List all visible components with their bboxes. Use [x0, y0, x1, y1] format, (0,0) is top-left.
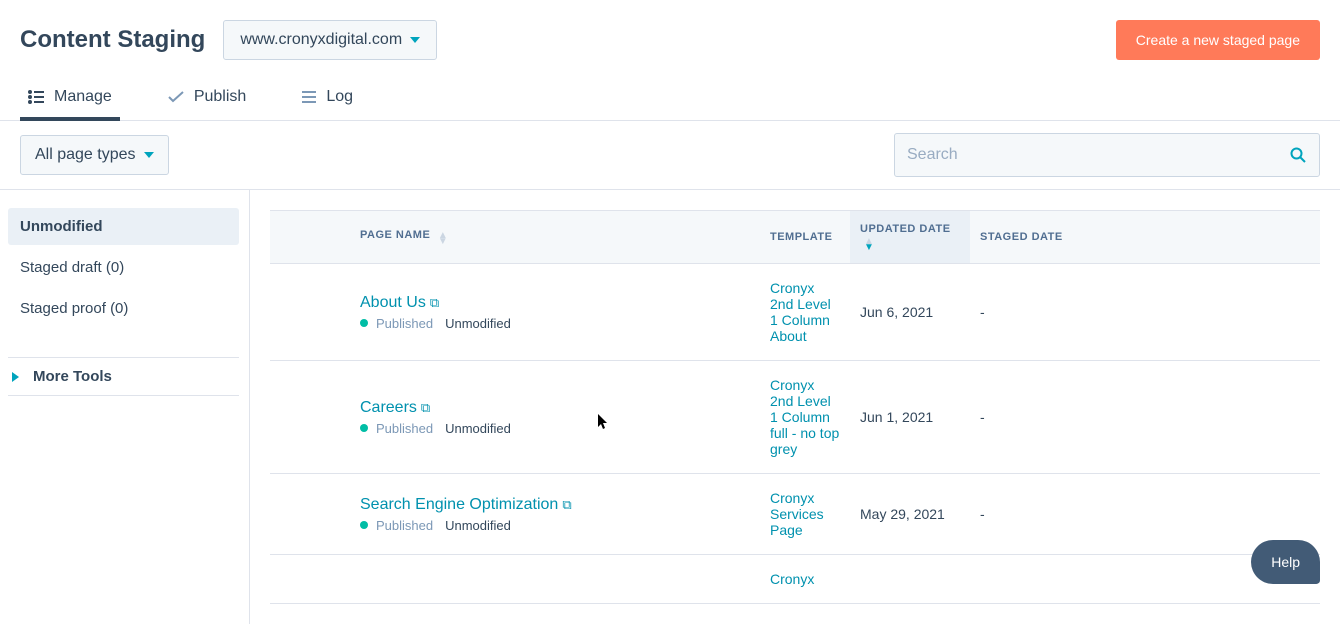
external-link-icon: ⧉: [430, 295, 439, 310]
search-icon[interactable]: [1290, 147, 1306, 163]
tab-log[interactable]: Log: [294, 78, 361, 120]
sidebar-more-tools[interactable]: More Tools: [8, 357, 239, 396]
external-link-icon: ⧉: [562, 497, 571, 512]
staged-date: -: [970, 264, 1320, 361]
updated-date: May 29, 2021: [850, 474, 970, 555]
updated-date: Jun 6, 2021: [850, 264, 970, 361]
chevron-right-icon: [12, 372, 19, 382]
tab-manage[interactable]: Manage: [20, 78, 120, 120]
create-staged-page-button[interactable]: Create a new staged page: [1116, 20, 1320, 60]
column-checkbox: [270, 211, 350, 264]
template-link[interactable]: Cronyx 2nd Lev­el 1 Col­umn About: [770, 280, 840, 344]
sidebar-item-staged-draft[interactable]: Staged draft (0): [8, 249, 239, 286]
page-type-label: All page types: [35, 146, 136, 164]
page-link[interactable]: Search Engine Optimization⧉: [360, 496, 572, 513]
template-link[interactable]: Cronyx Services Page: [770, 490, 840, 538]
tab-manage-label: Manage: [54, 88, 112, 106]
sort-icon: ▲▼: [438, 233, 448, 245]
template-link[interactable]: Cronyx 2nd Lev­el 1 Col­umn full - no to…: [770, 377, 840, 457]
check-icon: [168, 91, 184, 103]
status-dot-icon: [360, 424, 368, 432]
domain-dropdown[interactable]: www.cronyxdigital.com: [223, 20, 437, 60]
status-modified: Unmodified: [445, 316, 511, 331]
tab-log-label: Log: [326, 88, 353, 106]
column-staged-date[interactable]: STAGED DATE: [970, 211, 1320, 264]
chevron-down-icon: [410, 37, 420, 43]
status-modified: Unmodified: [445, 421, 511, 436]
status-dot-icon: [360, 319, 368, 327]
status-modified: Unmodified: [445, 518, 511, 533]
tab-publish-label: Publish: [194, 88, 246, 106]
more-tools-label: More Tools: [33, 368, 112, 385]
sidebar-item-staged-proof[interactable]: Staged proof (0): [8, 290, 239, 327]
updated-date: Jun 1, 2021: [850, 361, 970, 474]
table-row[interactable]: Search Engine Optimization⧉ Published Un…: [270, 474, 1320, 555]
status-published: Published: [376, 518, 433, 533]
page-link[interactable]: About Us⧉: [360, 294, 439, 311]
table-row[interactable]: About Us⧉ Published Unmodified Cronyx 2n…: [270, 264, 1320, 361]
menu-icon: [302, 91, 316, 103]
page-title: Content Staging: [20, 26, 205, 54]
page-type-dropdown[interactable]: All page types: [20, 135, 169, 175]
staged-date: -: [970, 361, 1320, 474]
table-row[interactable]: Careers⧉ Published Unmodified Cronyx 2nd…: [270, 361, 1320, 474]
search-input[interactable]: [894, 133, 1320, 177]
table-row[interactable]: Cronyx: [270, 555, 1320, 604]
sort-icon: ▲▼: [864, 239, 874, 251]
help-button[interactable]: Help: [1251, 540, 1320, 584]
page-link[interactable]: Careers⧉: [360, 399, 430, 416]
template-link[interactable]: Cronyx: [770, 571, 840, 587]
status-published: Published: [376, 421, 433, 436]
column-page-name[interactable]: PAGE NAME ▲▼: [350, 211, 760, 264]
column-template[interactable]: TEMPLATE: [760, 211, 850, 264]
sidebar-item-unmodified[interactable]: Unmodified: [8, 208, 239, 245]
status-dot-icon: [360, 521, 368, 529]
column-updated-date[interactable]: UPDATED DATE ▲▼: [850, 211, 970, 264]
list-icon: [28, 90, 44, 104]
chevron-down-icon: [144, 152, 154, 158]
external-link-icon: ⧉: [421, 400, 430, 415]
tab-publish[interactable]: Publish: [160, 78, 254, 120]
status-published: Published: [376, 316, 433, 331]
domain-label: www.cronyxdigital.com: [240, 31, 402, 49]
